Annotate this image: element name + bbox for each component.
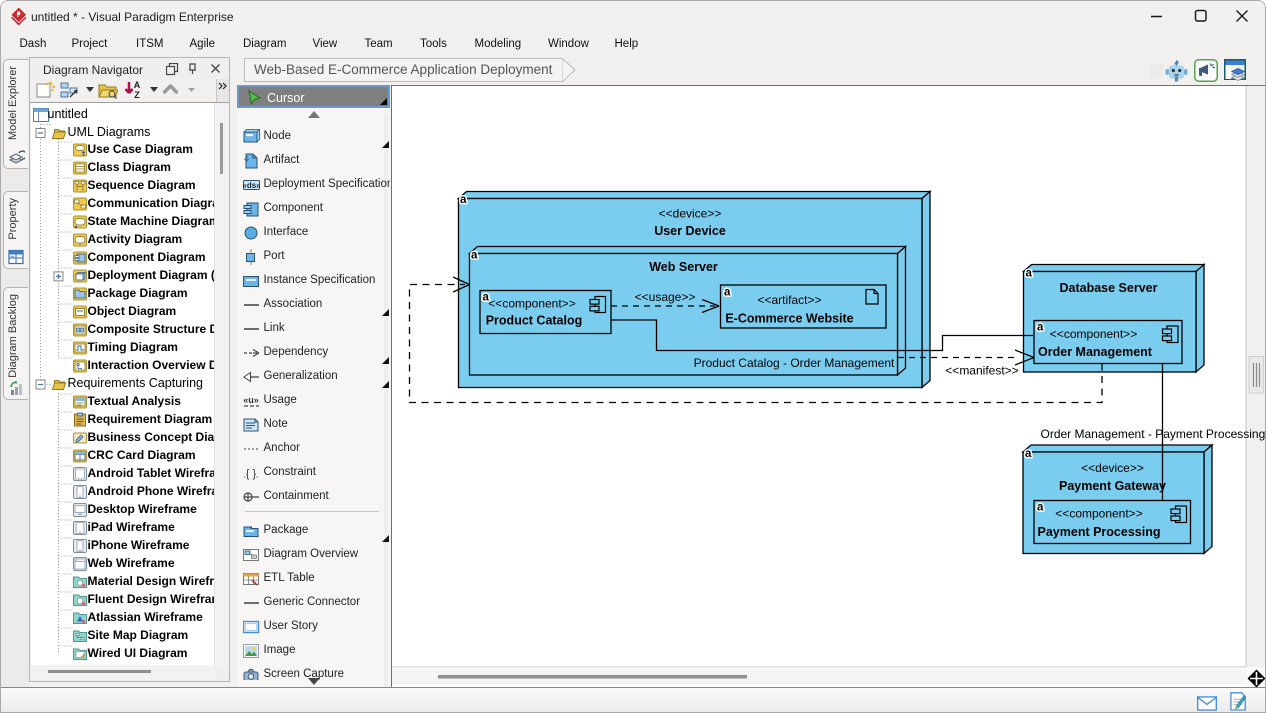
svg-text:Product Catalog - Order Manage: Product Catalog - Order Management	[694, 356, 895, 370]
svg-text:Payment Gateway: Payment Gateway	[1059, 479, 1166, 493]
svg-text:<<component>>: <<component>>	[1055, 507, 1142, 521]
svg-text:<<component>>: <<component>>	[488, 297, 575, 311]
svg-text:Database Server: Database Server	[1060, 281, 1158, 295]
svg-text:Payment Processing: Payment Processing	[1038, 525, 1161, 539]
svg-text:a: a	[1025, 448, 1032, 460]
svg-text:Z: Z	[134, 90, 140, 100]
svg-text:Product Catalog: Product Catalog	[486, 314, 583, 328]
svg-text:«u»: «u»	[243, 395, 259, 405]
svg-text:a: a	[1026, 268, 1033, 280]
svg-text:Order Management - Payment Pro: Order Management - Payment Processing	[1041, 427, 1266, 441]
svg-text:E-Commerce Website: E-Commerce Website	[725, 312, 853, 326]
svg-text:a: a	[724, 287, 731, 299]
svg-text:<<device>>: <<device>>	[659, 207, 722, 221]
svg-text:<<usage>>: <<usage>>	[635, 290, 696, 304]
svg-text:Order Management: Order Management	[1038, 345, 1153, 359]
svg-text:a: a	[1037, 322, 1044, 334]
svg-text:<<device>>: <<device>>	[1081, 461, 1144, 475]
svg-text:a: a	[1037, 502, 1044, 514]
svg-text:{ }: { }	[246, 468, 257, 480]
svg-text:a: a	[471, 250, 478, 262]
svg-text:<<manifest>>: <<manifest>>	[945, 364, 1018, 378]
svg-text:<<artifact>>: <<artifact>>	[757, 293, 821, 307]
svg-text:Web Server: Web Server	[649, 260, 718, 274]
svg-text:A: A	[134, 80, 141, 90]
svg-text:User Device: User Device	[654, 224, 726, 238]
svg-text:«ds»: «ds»	[243, 181, 260, 190]
svg-text:a: a	[460, 194, 467, 206]
svg-text:<<component>>: <<component>>	[1050, 327, 1137, 341]
